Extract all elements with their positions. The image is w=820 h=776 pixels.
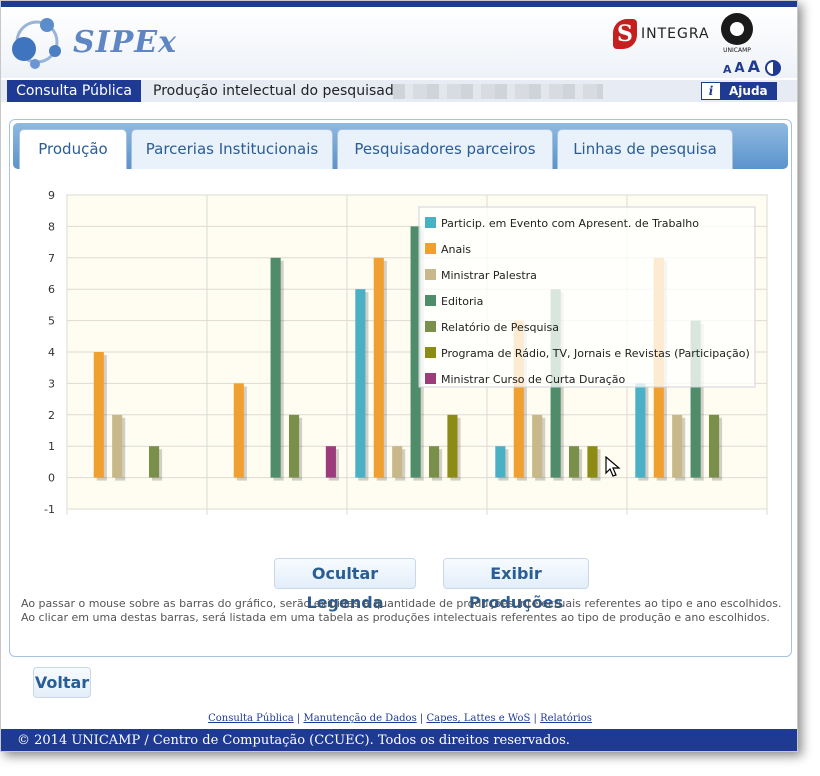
font-size-medium-button[interactable]: A (735, 61, 745, 76)
bar[interactable] (93, 352, 104, 478)
y-tick-label: 5 (48, 315, 55, 328)
navigation-strip: Consulta Pública Produção intelectual do… (1, 80, 797, 102)
redacted-researcher-name (393, 84, 603, 99)
bar[interactable] (373, 257, 384, 478)
legend-label: Relatório de Pesquisa (441, 321, 559, 334)
x-tick-label: 2012 (543, 519, 571, 521)
unicamp-logo-text: UNICAMP (723, 47, 751, 54)
footer-separator: | (419, 713, 424, 724)
bar[interactable] (428, 446, 440, 478)
unicamp-logo[interactable]: UNICAMP (715, 13, 759, 54)
y-tick-label: 2 (48, 409, 55, 422)
bar[interactable] (355, 289, 366, 478)
help-button[interactable]: i Ajuda (701, 82, 777, 100)
legend-swatch (425, 347, 436, 358)
tab-pesquisadores-parceiros[interactable]: Pesquisadores parceiros (337, 129, 553, 169)
instruction-line: Ao clicar em uma destas barras, será lis… (21, 611, 770, 624)
legend-label: Ministrar Palestra (441, 269, 537, 282)
instruction-line: Ao passar o mouse sobre as barras do grá… (21, 597, 782, 610)
tab-producao[interactable]: Produção (19, 129, 127, 169)
y-tick-label: 9 (48, 191, 55, 202)
footer-separator: | (533, 713, 537, 724)
bar[interactable] (447, 414, 458, 478)
tab-bar: Produção Parcerias Institucionais Pesqui… (13, 123, 788, 169)
y-tick-label: 8 (48, 220, 55, 233)
production-bar-chart: -1 0 1 2 3 4 5 6 7 8 9 2009 2010 2011 2012 2013 Particip… (44, 191, 768, 521)
help-label: Ajuda (729, 84, 768, 98)
bar[interactable] (233, 383, 244, 478)
x-tick-label: 2013 (683, 519, 711, 521)
site-header: SIPEx S INTEGRA UNICAMP A A A (1, 7, 797, 78)
footer-link-relatorios[interactable]: Relatórios (540, 713, 592, 724)
legend-swatch (425, 243, 436, 254)
info-icon: i (701, 82, 721, 100)
font-size-large-button[interactable]: A (748, 57, 760, 76)
legend-label: Editoria (441, 295, 483, 308)
mouse-cursor-icon (605, 456, 621, 477)
show-productions-button[interactable]: Exibir Produções (443, 558, 589, 612)
integra-logo-mark: S (613, 19, 637, 49)
legend-swatch (425, 321, 436, 332)
bar[interactable] (532, 414, 543, 478)
bar[interactable] (672, 414, 683, 478)
footer-separator: | (296, 713, 301, 724)
footer-copyright: © 2014 UNICAMP / Centro de Computação (C… (1, 729, 797, 751)
bar[interactable] (270, 257, 281, 478)
hide-legend-button[interactable]: Ocultar Legenda (274, 558, 416, 612)
bar[interactable] (392, 446, 403, 478)
contrast-icon[interactable] (764, 60, 781, 76)
bar[interactable] (708, 414, 720, 478)
font-size-controls: A A A (723, 57, 781, 76)
footer-link-capes-lattes-wos[interactable]: Capes, Lattes e WoS (426, 713, 530, 724)
back-button[interactable]: Voltar (33, 667, 91, 698)
unicamp-seal-icon (721, 13, 753, 45)
footer-link-manutencao-de-dados[interactable]: Manutenção de Dados (303, 713, 416, 724)
tab-linhas-de-pesquisa[interactable]: Linhas de pesquisa (557, 129, 733, 169)
x-tick-label: 2009 (123, 519, 151, 521)
legend-swatch (425, 295, 436, 306)
sipex-logo-icon[interactable] (7, 13, 67, 71)
x-tick-label: 2011 (403, 519, 431, 521)
legend-swatch (425, 217, 436, 228)
legend-swatch (425, 269, 436, 280)
bar[interactable] (587, 446, 598, 478)
page-title: Produção intelectual do pesquisador (153, 83, 409, 99)
chart-instructions: Ao passar o mouse sobre as barras do grá… (21, 597, 791, 625)
footer-links: Consulta Pública | Manutenção de Dados |… (1, 713, 797, 724)
bar[interactable] (325, 446, 336, 478)
bar[interactable] (568, 446, 580, 478)
bar[interactable] (635, 383, 646, 478)
tab-parcerias-institucionais[interactable]: Parcerias Institucionais (131, 129, 333, 169)
y-tick-label: 0 (48, 472, 55, 485)
sipex-logo-text: SIPEx (73, 25, 178, 60)
y-tick-label: 4 (48, 346, 55, 359)
legend-label: Particip. em Evento com Apresent. de Tra… (441, 217, 699, 230)
footer-link-consulta-publica[interactable]: Consulta Pública (208, 713, 294, 724)
font-size-small-button[interactable]: A (723, 63, 732, 76)
legend-label: Programa de Rádio, TV, Jornais e Revista… (441, 347, 750, 360)
legend-label: Anais (441, 243, 471, 256)
y-tick-label: 7 (48, 252, 55, 265)
integra-logo-text: INTEGRA (641, 26, 710, 42)
y-tick-label: 3 (48, 377, 55, 390)
bar[interactable] (148, 446, 160, 478)
bar[interactable] (495, 446, 506, 478)
legend-label: Ministrar Curso de Curta Duração (441, 373, 625, 386)
y-tick-label: 6 (48, 283, 55, 296)
nav-consulta-publica[interactable]: Consulta Pública (7, 80, 141, 102)
bar[interactable] (112, 414, 123, 478)
browser-window: SIPEx S INTEGRA UNICAMP A A A Consulta P… (0, 0, 798, 752)
x-tick-label: 2010 (263, 519, 291, 521)
integra-logo[interactable]: S INTEGRA (613, 17, 710, 51)
bar[interactable] (288, 414, 300, 478)
y-tick-label: 1 (48, 440, 55, 453)
y-tick-label: -1 (44, 503, 55, 516)
legend-swatch (425, 373, 436, 384)
